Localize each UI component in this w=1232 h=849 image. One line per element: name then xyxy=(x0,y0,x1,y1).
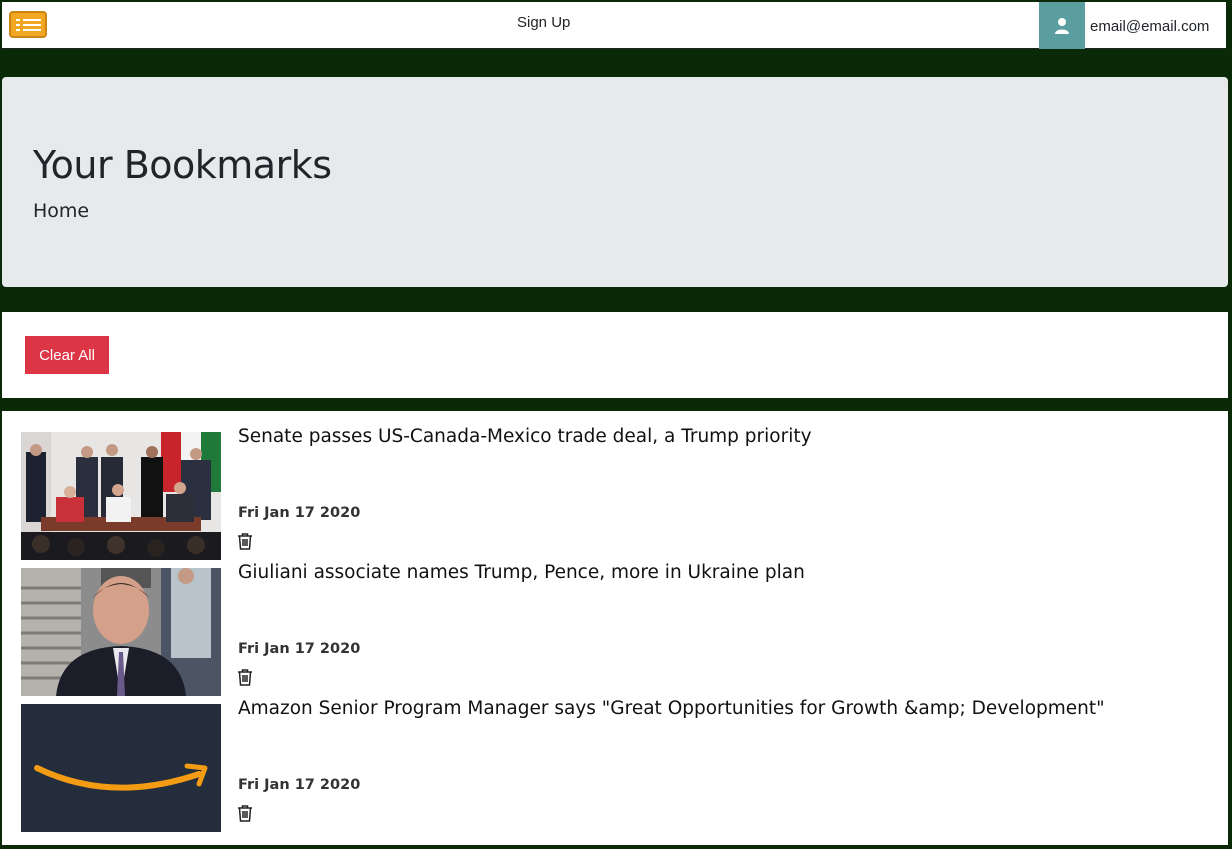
bookmarks-header: Your Bookmarks Home xyxy=(2,77,1228,287)
bookmark-item: Amazon Senior Program Manager says "Grea… xyxy=(21,698,1221,832)
bookmark-date: Fri Jan 17 2020 xyxy=(238,777,361,793)
bookmark-list: Senate passes US-Canada-Mexico trade dea… xyxy=(2,411,1228,845)
signup-link[interactable]: Sign Up xyxy=(517,14,570,31)
clear-all-button[interactable]: Clear All xyxy=(25,336,109,374)
trash-icon[interactable] xyxy=(237,804,253,822)
page-title: Your Bookmarks xyxy=(33,143,332,187)
bookmark-item: Giuliani associate names Trump, Pence, m… xyxy=(21,562,1221,696)
top-navbar: Sign Up email@email.com xyxy=(2,2,1226,49)
bookmark-date: Fri Jan 17 2020 xyxy=(238,505,361,521)
user-email[interactable]: email@email.com xyxy=(1090,18,1209,35)
bookmark-title[interactable]: Amazon Senior Program Manager says "Grea… xyxy=(238,698,1105,719)
breadcrumb-home[interactable]: Home xyxy=(33,200,89,222)
amazon-logo-thumbnail[interactable] xyxy=(21,704,221,832)
trash-icon[interactable] xyxy=(237,668,253,686)
bookmark-title[interactable]: Senate passes US-Canada-Mexico trade dea… xyxy=(238,426,812,447)
actions-bar: Clear All xyxy=(2,312,1228,398)
user-icon[interactable] xyxy=(1039,2,1085,49)
bookmark-title[interactable]: Giuliani associate names Trump, Pence, m… xyxy=(238,562,805,583)
bookmark-thumbnail[interactable] xyxy=(21,568,221,696)
bookmark-date: Fri Jan 17 2020 xyxy=(238,641,361,657)
trash-icon[interactable] xyxy=(237,532,253,550)
bookmark-thumbnail[interactable] xyxy=(21,432,221,560)
menu-icon[interactable] xyxy=(9,11,47,38)
bookmark-item: Senate passes US-Canada-Mexico trade dea… xyxy=(21,426,1221,560)
